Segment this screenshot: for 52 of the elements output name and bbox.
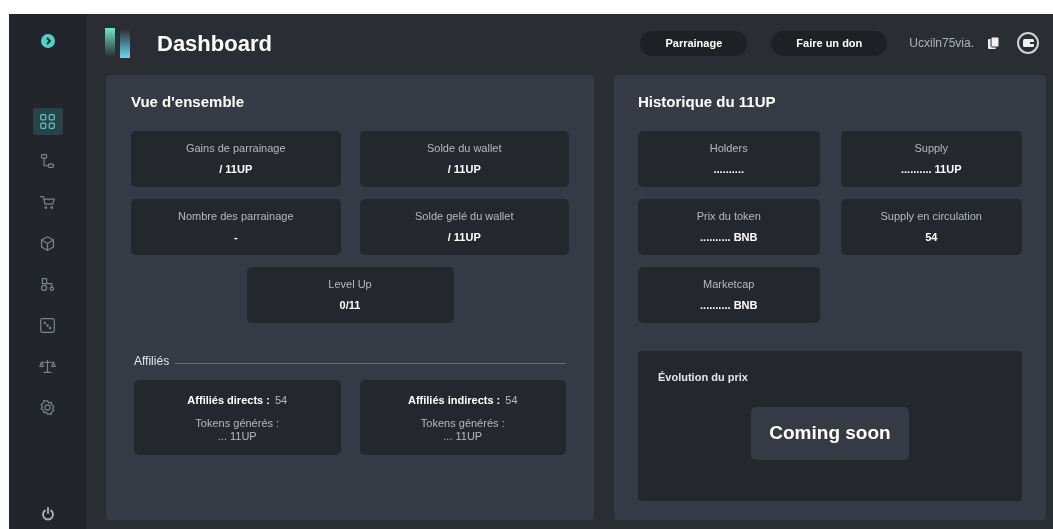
flowchart-icon	[39, 152, 56, 170]
tokens-label: Tokens générés :	[195, 417, 280, 430]
coming-soon-label: Coming soon	[751, 407, 909, 460]
stat-label: Holders	[709, 141, 748, 156]
stat-label: Marketcap	[703, 277, 755, 292]
tokens-label: Tokens générés :	[420, 417, 505, 430]
dice-icon	[39, 316, 56, 334]
expand-icon[interactable]	[40, 34, 55, 48]
scale-icon	[39, 357, 56, 375]
wallet-icon	[1022, 39, 1034, 47]
section-label: Affiliés	[134, 352, 170, 370]
stat-value: / 11UP	[447, 229, 481, 245]
stat-label: Solde gelé du wallet	[415, 209, 514, 224]
tokens-value: ... 11UP	[443, 430, 483, 443]
panel-title: Vue d'ensemble	[131, 92, 246, 112]
affiliate-label: Affiliés indirects :	[407, 392, 501, 408]
stat-value: ..........	[713, 161, 745, 177]
stat-label: Nombre des parrainage	[177, 209, 294, 224]
wallet-address: Ucxiln75via.	[909, 35, 974, 52]
stat-label: Supply	[914, 141, 949, 156]
copy-icon[interactable]	[988, 37, 1000, 49]
stat-value: -	[233, 229, 238, 245]
cart-icon	[39, 193, 56, 211]
nav-button[interactable]	[32, 108, 63, 135]
card-title: Évolution du prix	[658, 369, 749, 385]
logo-icon	[105, 28, 131, 58]
stat-value: .......... 11UP	[901, 161, 962, 177]
affiliate-label: Affiliés directs :	[187, 392, 270, 408]
cube-icon	[39, 234, 56, 252]
stat-label: Supply en circulation	[880, 209, 982, 224]
header-button[interactable]: Faire un don	[771, 30, 888, 56]
tokens-value: ... 11UP	[217, 430, 257, 443]
stat-value: / 11UP	[447, 161, 481, 177]
stat-value: 54	[925, 229, 938, 245]
stat-value: 0/11	[339, 297, 361, 313]
panel-title: Historique du 11UP	[638, 92, 777, 112]
stat-value: .......... BNB	[700, 297, 758, 313]
stat-value: / 11UP	[219, 161, 253, 177]
header-button[interactable]: Parrainage	[640, 30, 748, 56]
tractor-icon	[39, 275, 56, 293]
affiliate-count: 54	[505, 392, 518, 408]
stat-label: Prix du token	[696, 209, 761, 224]
stat-label: Solde du wallet	[426, 141, 502, 156]
settings-icon	[39, 398, 56, 416]
affiliate-count: 54	[274, 392, 288, 408]
power-icon[interactable]	[40, 507, 55, 521]
stat-label: Gains de parrainage	[185, 141, 286, 156]
wallet-button[interactable]	[1017, 32, 1039, 54]
stat-label: Level Up	[328, 277, 372, 292]
stat-value: .......... BNB	[700, 229, 758, 245]
grid-icon	[39, 113, 56, 130]
page-title: Dashboard	[157, 29, 272, 58]
